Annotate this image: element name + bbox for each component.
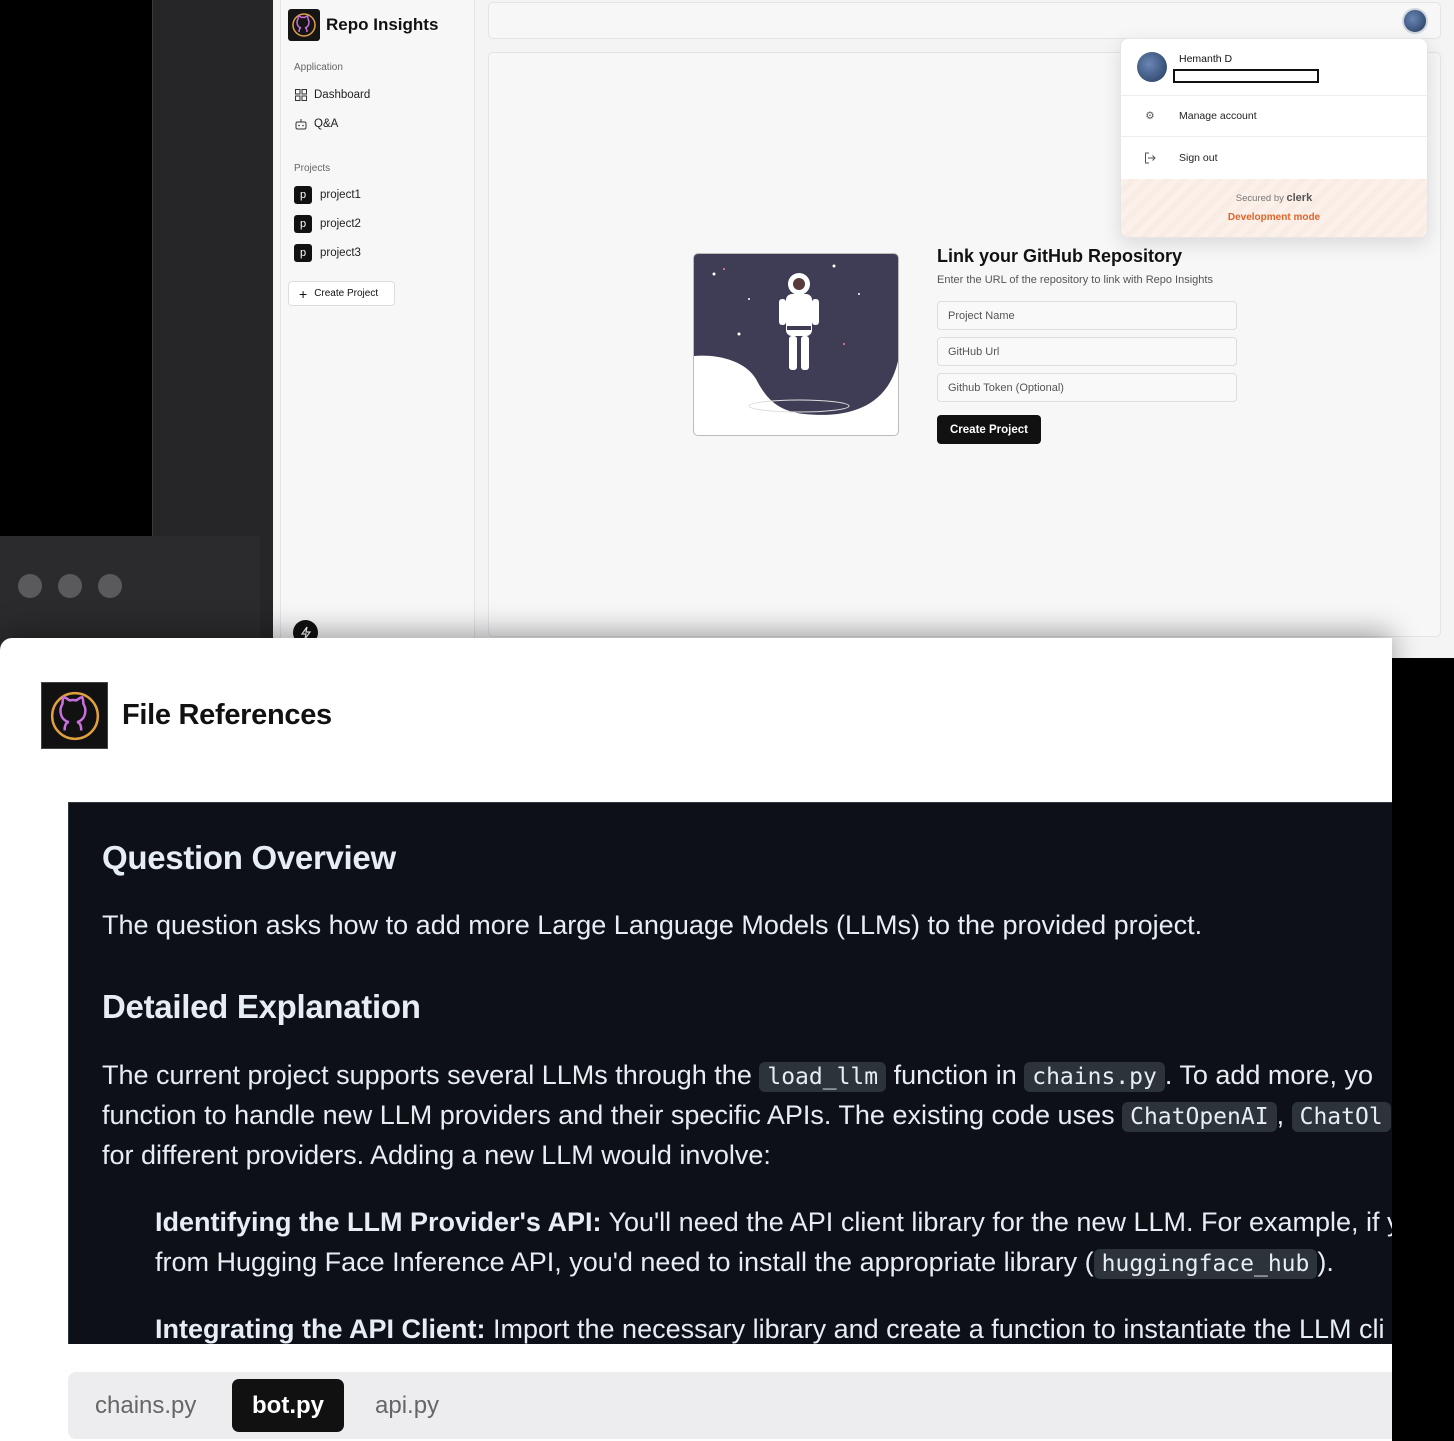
paragraph-line: for different providers. Adding a new LL… [102,1140,771,1170]
inline-code: ChatOpenAI [1122,1102,1277,1132]
markdown-content: Question Overview The question asks how … [68,802,1392,1344]
project-label: project3 [320,247,361,259]
plus-icon: + [299,285,308,302]
github-url-input[interactable]: GitHub Url [937,337,1237,366]
development-mode-label: Development mode [1227,212,1321,223]
sidebar-project-item[interactable]: p project3 [294,244,361,262]
sign-out-label: Sign out [1179,151,1218,164]
tab-bot-py[interactable]: bot.py [232,1379,344,1432]
sidebar-create-project-button[interactable]: + Create Project [288,281,395,306]
github-token-input[interactable]: Github Token (Optional) [937,373,1237,402]
popup-avatar [1137,52,1167,82]
manage-account-item[interactable]: ⚙ Manage account [1121,96,1427,137]
list-item-title: Integrating the API Client: [155,1314,486,1344]
manage-account-label: Manage account [1179,110,1257,122]
tab-chains-py[interactable]: chains.py [75,1379,216,1432]
github-logo-icon [41,682,108,749]
inline-code: chains.py [1024,1062,1165,1092]
redacted-email-box [1173,69,1319,83]
form-title: Link your GitHub Repository [937,246,1183,266]
gear-icon: ⚙ [1145,110,1155,122]
project-badge: p [294,244,312,262]
secured-by-label: Secured by [1235,193,1284,204]
dialog-header: File References [41,682,332,749]
heading-question-overview: Question Overview [102,839,396,876]
text: The current project supports several LLM… [102,1060,760,1090]
text: . To add more, yo [1164,1060,1373,1090]
project-label: project2 [320,218,361,230]
form-subtitle: Enter the URL of the repository to link … [937,274,1213,286]
github-logo-icon [288,9,320,41]
window-zoom-dot[interactable] [98,574,122,598]
list-item-title: Identifying the LLM Provider's API: [155,1207,602,1237]
text: , [1276,1100,1292,1130]
file-tabs: chains.py bot.py api.py [68,1372,1392,1439]
sidebar-item-label: Q&A [314,117,339,130]
project-badge: p [294,215,312,233]
list-item: Integrating the API Client: Import the n… [155,1309,1384,1344]
user-popup: Hemanth D ⚙ Manage account Sign out Secu… [1120,38,1428,238]
sign-out-icon [1121,152,1179,164]
user-avatar-button[interactable] [1402,8,1428,34]
inline-code: ChatOl [1291,1102,1391,1132]
right-edge-background [1392,658,1454,1441]
sidebar-project-item[interactable]: p project2 [294,215,361,233]
paragraph: The question asks how to add more Large … [102,910,1203,940]
popup-user-row: Hemanth D [1121,39,1427,96]
create-project-label: Create Project [314,288,379,299]
inline-code: huggingface_hub [1093,1249,1318,1279]
sidebar-project-item[interactable]: p project1 [294,186,361,204]
sidebar-item-qa[interactable]: Q&A [294,117,338,130]
heading-detailed-explanation: Detailed Explanation [102,988,421,1025]
sidebar-item-dashboard[interactable]: Dashboard [294,88,370,101]
clerk-logo-text: clerk [1286,192,1313,204]
sidebar-item-label: Dashboard [314,88,371,101]
file-references-dialog: File References Question Overview The qu… [0,638,1392,1441]
dialog-title: File References [122,699,332,731]
top-bar [488,2,1441,39]
popup-footer: Secured by clerk Development mode [1121,179,1427,237]
list-item-line: from Hugging Face Inference API, you'd n… [155,1242,1334,1284]
text: from Hugging Face Inference API, you'd n… [155,1247,1094,1277]
window-minimize-dot[interactable] [58,574,82,598]
project-label: project1 [320,189,361,201]
project-name-input[interactable]: Project Name [937,301,1237,330]
tab-api-py[interactable]: api.py [355,1379,459,1432]
brand[interactable]: Repo Insights [288,9,438,41]
application-section-label: Application [294,62,343,73]
text: function in [886,1060,1025,1090]
bot-icon [294,117,307,130]
repo-insights-app: Repo Insights Application Dashboard Q&A … [273,0,1454,658]
astronaut-illustration [693,253,899,436]
secured-by-text: Secured by clerk [1121,192,1427,204]
sign-out-item[interactable]: Sign out [1121,137,1427,178]
window-close-dot[interactable] [18,574,42,598]
paragraph-line: The current project supports several LLM… [102,1055,1373,1097]
user-name: Hemanth D [1179,53,1233,65]
inline-code: load_llm [759,1062,887,1092]
text: function to handle new LLM providers and… [102,1100,1123,1130]
paragraph-line: function to handle new LLM providers and… [102,1095,1391,1137]
dashboard-icon [294,88,307,101]
create-project-button[interactable]: Create Project [937,415,1041,444]
screen: Repo Insights Application Dashboard Q&A … [0,0,1454,1441]
project-badge: p [294,186,312,204]
list-item: Identifying the LLM Provider's API: You'… [155,1202,1392,1242]
sidebar: Repo Insights Application Dashboard Q&A … [280,0,475,651]
text: You'll need the API client library for t… [601,1207,1392,1237]
text: ). [1317,1247,1334,1277]
app-name: Repo Insights [326,15,439,34]
text: Import the necessary library and create … [485,1314,1385,1344]
projects-section-label: Projects [294,163,331,174]
